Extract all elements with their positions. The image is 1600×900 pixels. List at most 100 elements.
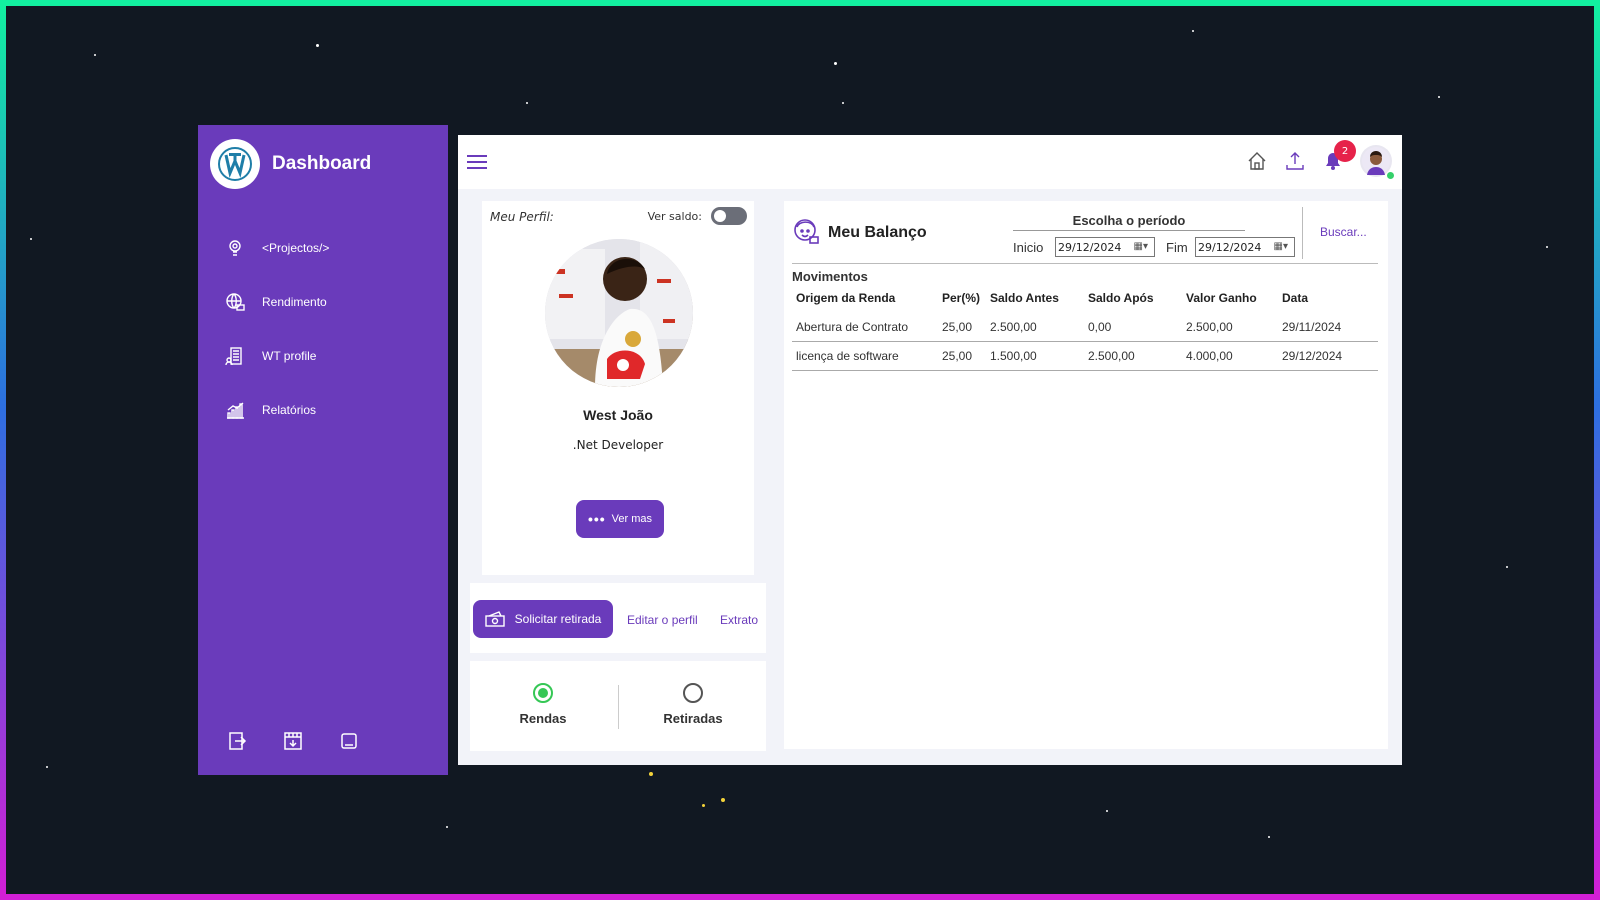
inicio-date-value: 29/12/2024 <box>1058 240 1122 254</box>
sidebar-item-wt-profile[interactable]: WT profile <box>224 345 316 367</box>
table-row[interactable]: Abertura de Contrato 25,00 2.500,00 0,00… <box>792 313 1378 342</box>
tabs-card: Rendas Retiradas <box>470 661 766 751</box>
table-cell: 2.500,00 <box>1182 313 1278 342</box>
actions-card: Solicitar retirada Editar o perfil Extra… <box>470 583 766 653</box>
extrato-link[interactable]: Extrato <box>720 613 758 627</box>
star <box>316 44 319 47</box>
balance-title: Meu Balanço <box>828 224 927 241</box>
balance-card: Meu Balanço Escolha o período Inicio 29/… <box>784 201 1388 749</box>
tab-rendas[interactable]: Rendas <box>470 683 616 726</box>
table-cell: 1.500,00 <box>986 341 1084 371</box>
divider <box>618 685 619 729</box>
star <box>1546 246 1548 248</box>
home-icon[interactable] <box>1246 150 1268 172</box>
notification-badge: 2 <box>1334 140 1356 162</box>
movimentos-title: Movimentos <box>792 269 868 284</box>
logout-icon[interactable] <box>226 730 248 752</box>
notification-bell-icon[interactable]: 2 <box>1322 140 1356 172</box>
table-cell: 29/12/2024 <box>1278 341 1378 371</box>
table-row[interactable]: licença de software 25,00 1.500,00 2.500… <box>792 341 1378 371</box>
calendar-dropdown-icon: ▦▾ <box>1273 241 1288 252</box>
profile-label: Meu Perfil: <box>490 210 554 224</box>
ver-mas-button[interactable]: ••• Ver mas <box>576 500 664 538</box>
table-cell: 2.500,00 <box>1084 341 1182 371</box>
sidebar-footer <box>226 730 360 752</box>
profile-role: .Net Developer <box>572 438 664 452</box>
balance-header: Meu Balanço <box>792 217 927 249</box>
sidebar-item-projectos[interactable]: <Projectos/> <box>224 237 329 259</box>
column-header: Origem da Renda <box>796 291 896 305</box>
column-header: Saldo Após <box>1088 291 1154 305</box>
movimentos-table: Origem da Renda Per(%) Saldo Antes Saldo… <box>792 285 1378 371</box>
logo <box>210 139 260 189</box>
star <box>46 766 48 768</box>
star <box>94 54 96 56</box>
sidebar: Dashboard <Projectos/> Rendimento WT pro… <box>198 125 448 775</box>
money-globe-icon <box>224 291 246 313</box>
solicitar-retirada-label: Solicitar retirada <box>514 612 602 626</box>
radio-unselected-icon <box>683 683 703 703</box>
buscar-link[interactable]: Buscar... <box>1320 225 1367 239</box>
table-cell: 25,00 <box>938 313 986 342</box>
ver-mas-label: Ver mas <box>611 513 653 525</box>
tab-label: Retiradas <box>663 711 723 726</box>
sidebar-item-label: <Projectos/> <box>262 241 330 255</box>
column-header: Saldo Antes <box>990 291 1059 305</box>
profile-photo <box>545 239 693 387</box>
main-panel: 2 Meu Perfil: Ver saldo: West João .Net … <box>458 135 1402 765</box>
window-icon[interactable] <box>338 730 360 752</box>
upload-icon[interactable] <box>1284 150 1306 172</box>
star <box>702 804 705 807</box>
star <box>30 238 32 240</box>
hamburger-menu-icon[interactable] <box>467 155 487 169</box>
tab-retiradas[interactable]: Retiradas <box>620 683 766 726</box>
sidebar-item-label: WT profile <box>262 349 317 363</box>
chart-icon <box>224 399 246 421</box>
star <box>526 102 528 104</box>
sidebar-item-relatorios[interactable]: Relatórios <box>224 399 316 421</box>
more-dots-icon: ••• <box>587 511 606 527</box>
table-cell: 0,00 <box>1084 313 1182 342</box>
cash-icon <box>484 611 505 627</box>
star <box>834 62 837 65</box>
sidebar-item-rendimento[interactable]: Rendimento <box>224 291 327 313</box>
topbar-icons: 2 <box>1246 140 1395 180</box>
period-title: Escolha o período <box>1013 213 1245 231</box>
fim-date-input[interactable]: 29/12/2024 ▦▾ <box>1195 237 1295 257</box>
star <box>1268 836 1270 838</box>
editar-perfil-link[interactable]: Editar o perfil <box>627 613 698 627</box>
table-cell: 29/11/2024 <box>1278 313 1378 342</box>
topbar: 2 <box>458 135 1402 189</box>
inicio-label: Inicio <box>1013 240 1044 255</box>
user-face-icon <box>792 217 820 249</box>
tab-label: Rendas <box>519 711 567 726</box>
sidebar-item-label: Rendimento <box>262 295 327 309</box>
star <box>1506 566 1508 568</box>
online-status-dot <box>1386 171 1395 180</box>
column-header: Data <box>1282 291 1309 305</box>
sidebar-title: Dashboard <box>272 153 372 174</box>
divider <box>1302 207 1303 259</box>
user-avatar[interactable] <box>1360 145 1395 180</box>
profile-name: West João <box>583 407 653 423</box>
brand[interactable]: Dashboard <box>210 139 371 189</box>
radio-selected-icon <box>533 683 553 703</box>
solicitar-retirada-button[interactable]: Solicitar retirada <box>473 600 613 638</box>
profile-card: Meu Perfil: Ver saldo: West João .Net De… <box>482 201 754 575</box>
archive-icon[interactable] <box>282 730 304 752</box>
sidebar-item-label: Relatórios <box>262 403 317 417</box>
table-cell: 2.500,00 <box>986 313 1084 342</box>
fim-label: Fim <box>1166 240 1188 255</box>
star <box>1438 96 1440 98</box>
table-cell: Abertura de Contrato <box>792 313 938 342</box>
column-header: Per(%) <box>942 291 981 305</box>
fim-date-value: 29/12/2024 <box>1198 240 1262 254</box>
table-cell: 25,00 <box>938 341 986 371</box>
star <box>842 102 844 104</box>
ver-saldo-toggle[interactable] <box>711 207 747 225</box>
star <box>1192 30 1194 32</box>
table-cell: licença de software <box>792 341 938 371</box>
star <box>721 798 725 802</box>
table-cell: 4.000,00 <box>1182 341 1278 371</box>
inicio-date-input[interactable]: 29/12/2024 ▦▾ <box>1055 237 1155 257</box>
